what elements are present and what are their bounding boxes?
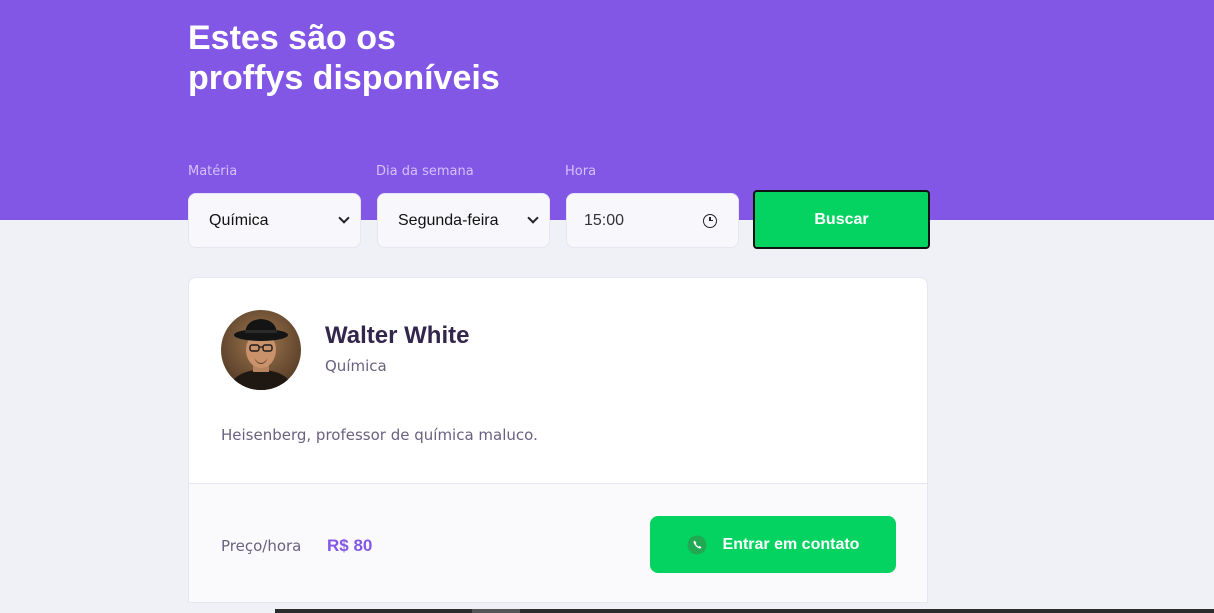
time-label: Hora xyxy=(565,164,597,179)
chevron-down-icon xyxy=(338,212,350,224)
subject-label: Matéria xyxy=(188,164,238,179)
teacher-name: Walter White xyxy=(325,322,470,349)
teacher-subject: Química xyxy=(325,357,387,375)
chevron-down-icon xyxy=(527,212,539,224)
subject-select-value: Química xyxy=(209,211,269,229)
user-photo-icon xyxy=(221,310,301,390)
teacher-card: Walter White Química Heisenberg, profess… xyxy=(188,277,928,603)
search-button[interactable]: Buscar xyxy=(753,190,930,249)
contact-button-label: Entrar em contato xyxy=(722,535,860,553)
teacher-card-footer: Preço/hora R$ 80 Entrar em contato xyxy=(189,483,927,602)
subject-select[interactable]: Química xyxy=(188,193,361,248)
clock-icon[interactable] xyxy=(703,213,717,228)
weekday-select-value: Segunda-feira xyxy=(398,211,499,229)
whatsapp-icon xyxy=(687,535,707,554)
page-header: Estes são os proffys disponíveis xyxy=(0,0,1214,220)
contact-button[interactable]: Entrar em contato xyxy=(650,516,896,573)
bottom-scrollbar[interactable] xyxy=(275,609,1214,613)
teacher-avatar xyxy=(221,310,301,390)
page-title-line-1: Estes são os xyxy=(188,19,396,57)
scrollbar-thumb[interactable] xyxy=(472,609,520,613)
time-input[interactable]: 15:00 xyxy=(566,193,739,248)
price-label: Preço/hora xyxy=(221,537,302,555)
page-title: Estes são os proffys disponíveis xyxy=(188,18,608,98)
price-value: R$ 80 xyxy=(327,536,373,555)
weekday-label: Dia da semana xyxy=(376,164,474,179)
teacher-bio: Heisenberg, professor de química maluco. xyxy=(221,426,538,444)
page-title-line-2: proffys disponíveis xyxy=(188,59,500,97)
weekday-select[interactable]: Segunda-feira xyxy=(377,193,550,248)
time-input-value: 15:00 xyxy=(584,211,625,229)
